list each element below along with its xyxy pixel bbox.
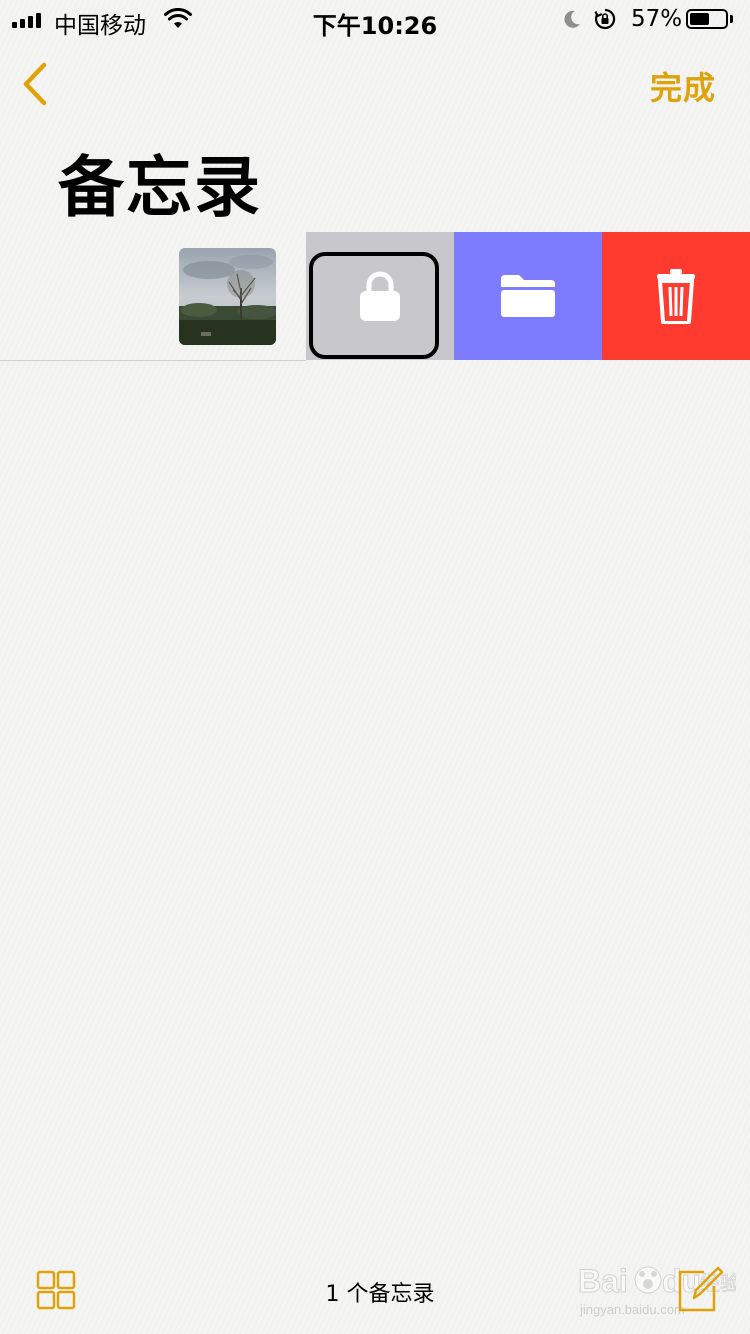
delete-note-button[interactable]	[602, 232, 750, 360]
battery-tip	[730, 15, 733, 23]
back-button[interactable]	[20, 60, 54, 110]
battery-percentage: 57%	[631, 6, 683, 32]
trash-icon	[657, 269, 695, 324]
move-note-button[interactable]	[454, 232, 602, 360]
do-not-disturb-moon-icon	[564, 10, 580, 28]
tree-photo-image	[179, 248, 276, 345]
done-button[interactable]: 完成	[650, 63, 716, 109]
status-bar: 中国移动 下午10:26 57%	[0, 0, 750, 40]
lock-note-button[interactable]	[306, 232, 454, 360]
notes-app-screen: 中国移动 下午10:26 57% 完成 备忘录 1 个备忘录 Bai du 经验…	[0, 0, 750, 1334]
lock-icon	[360, 271, 400, 321]
note-list-item[interactable]	[0, 232, 750, 360]
battery-level-fill	[690, 13, 709, 25]
row-divider	[0, 360, 306, 361]
page-title: 备忘录	[58, 149, 262, 226]
rotation-lock-icon	[594, 8, 616, 30]
battery-icon	[686, 9, 728, 29]
chevron-left-icon	[23, 62, 47, 106]
note-thumbnail[interactable]	[179, 248, 276, 345]
compose-note-button[interactable]	[676, 1262, 724, 1314]
compose-icon	[678, 1266, 724, 1312]
note-count: 1 个备忘录	[325, 1282, 435, 1307]
folder-icon	[501, 275, 555, 317]
